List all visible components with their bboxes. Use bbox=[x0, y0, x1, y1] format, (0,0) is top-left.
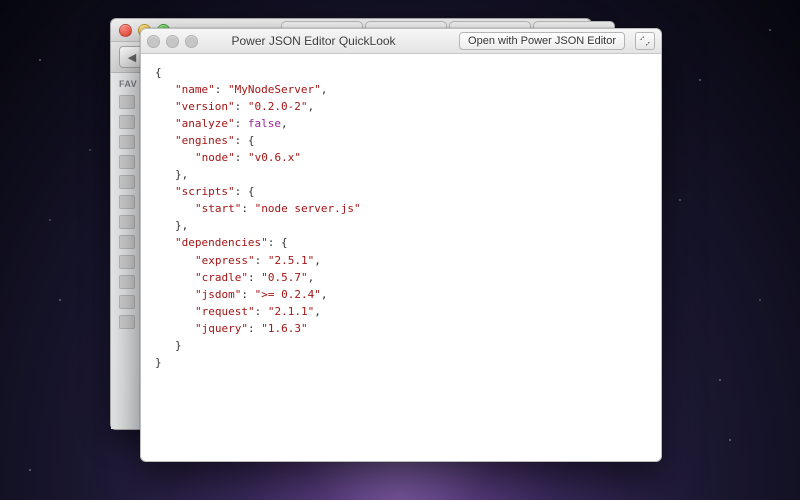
quicklook-titlebar: Power JSON Editor QuickLook Open with Po… bbox=[141, 29, 661, 54]
desktop-wallpaper: ◀ ▶ FAV Power JSON Editor QuickLook bbox=[0, 0, 800, 500]
folder-icon bbox=[119, 235, 135, 249]
json-value: "v0.6.x" bbox=[248, 151, 301, 164]
folder-icon bbox=[119, 95, 135, 109]
json-key: "node" bbox=[195, 151, 235, 164]
minimize-icon[interactable] bbox=[166, 35, 179, 48]
json-key: "start" bbox=[195, 202, 241, 215]
folder-icon bbox=[119, 135, 135, 149]
json-key: "analyze" bbox=[175, 117, 235, 130]
json-value: "node server.js" bbox=[255, 202, 361, 215]
close-icon[interactable] bbox=[119, 24, 132, 37]
fullscreen-button[interactable] bbox=[635, 32, 655, 50]
folder-icon bbox=[119, 155, 135, 169]
json-key: "name" bbox=[175, 83, 215, 96]
json-key: "cradle" bbox=[195, 271, 248, 284]
json-key: "request" bbox=[195, 305, 255, 318]
folder-icon bbox=[119, 175, 135, 189]
json-key: "scripts" bbox=[175, 185, 235, 198]
folder-icon bbox=[119, 115, 135, 129]
brace: } bbox=[155, 356, 162, 369]
json-key: "dependencies" bbox=[175, 236, 268, 249]
open-with-button[interactable]: Open with Power JSON Editor bbox=[459, 32, 625, 50]
json-key: "jsdom" bbox=[195, 288, 241, 301]
quicklook-window: Power JSON Editor QuickLook Open with Po… bbox=[140, 28, 662, 462]
folder-icon bbox=[119, 315, 135, 329]
zoom-icon[interactable] bbox=[185, 35, 198, 48]
folder-icon bbox=[119, 215, 135, 229]
json-value: "0.5.7" bbox=[261, 271, 307, 284]
folder-icon bbox=[119, 255, 135, 269]
json-content[interactable]: { "name": "MyNodeServer", "version": "0.… bbox=[141, 54, 661, 461]
brace: { bbox=[155, 66, 162, 79]
json-value: "MyNodeServer" bbox=[228, 83, 321, 96]
json-key: "version" bbox=[175, 100, 235, 113]
close-icon[interactable] bbox=[147, 35, 160, 48]
json-key: "jquery" bbox=[195, 322, 248, 335]
json-value: "2.1.1" bbox=[268, 305, 314, 318]
window-title: Power JSON Editor QuickLook bbox=[204, 34, 453, 48]
folder-icon bbox=[119, 195, 135, 209]
folder-icon bbox=[119, 295, 135, 309]
json-key: "engines" bbox=[175, 134, 235, 147]
folder-icon bbox=[119, 275, 135, 289]
json-value: "2.5.1" bbox=[268, 254, 314, 267]
json-key: "express" bbox=[195, 254, 255, 267]
fullscreen-icon bbox=[640, 36, 650, 46]
json-value: "1.6.3" bbox=[261, 322, 307, 335]
json-value: ">= 0.2.4" bbox=[255, 288, 321, 301]
json-value: "0.2.0-2" bbox=[248, 100, 308, 113]
json-value: false bbox=[248, 117, 281, 130]
